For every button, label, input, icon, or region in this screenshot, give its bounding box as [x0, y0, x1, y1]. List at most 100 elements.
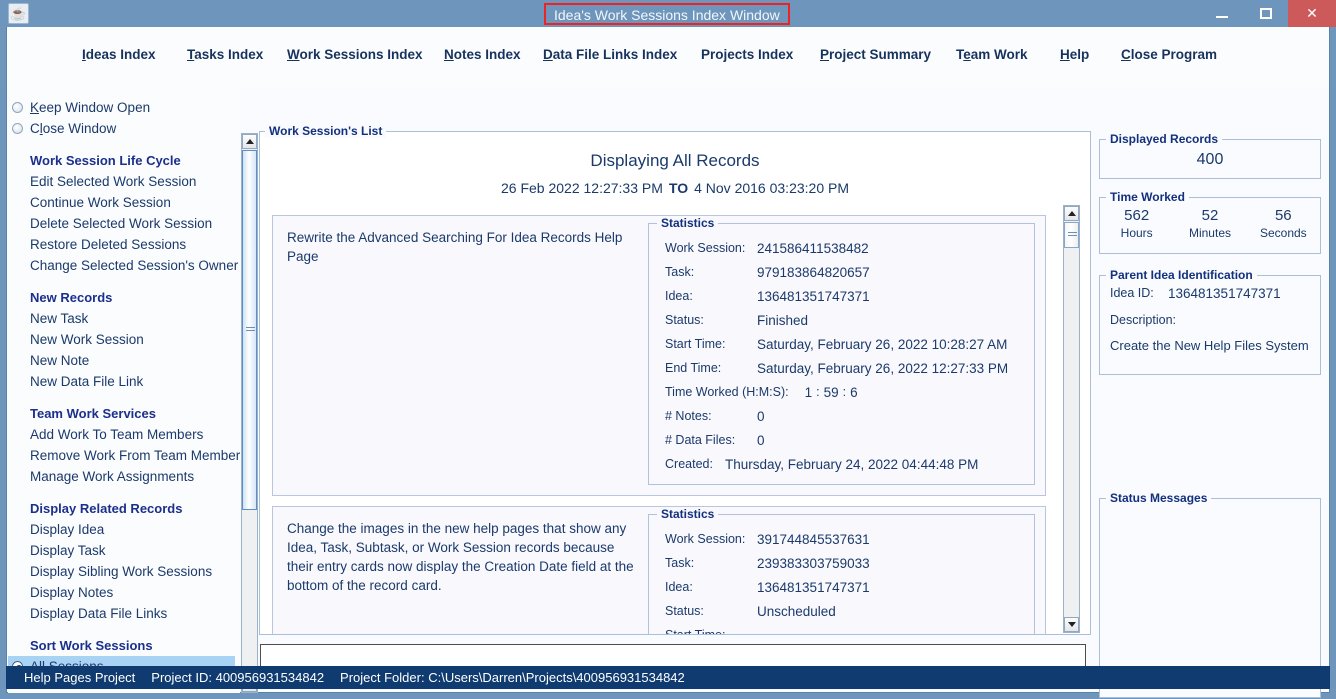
- status-messages-legend: Status Messages: [1106, 491, 1212, 505]
- stat-label-work-session: Work Session:: [665, 532, 746, 546]
- sidebar-item-new-note[interactable]: New Note: [8, 350, 240, 371]
- sidebar-scroll-thumb[interactable]: [242, 150, 257, 510]
- menu-item-team-work[interactable]: Team Work: [956, 47, 1028, 62]
- stat-value-work-session: 391744845537631: [757, 531, 870, 547]
- time-hours-cell: 562 Hours: [1100, 207, 1173, 240]
- menu-item-tasks-index[interactable]: Tasks Index: [187, 47, 263, 62]
- maximize-button[interactable]: [1244, 0, 1288, 27]
- status-project-id: Project ID: 400956931534842: [135, 670, 324, 685]
- stat-value-notes: 0: [757, 408, 765, 424]
- time-hours-label: Hours: [1120, 226, 1153, 240]
- menu-item-ideas-index[interactable]: Ideas Index: [82, 47, 156, 62]
- sidebar-item-new-task[interactable]: New Task: [8, 308, 240, 329]
- stat-label-data-files: # Data Files:: [665, 433, 736, 447]
- sidebar-heading-team-work-services: Team Work Services: [30, 406, 156, 421]
- parent-idea-description-value: Create the New Help Files System: [1110, 338, 1309, 353]
- grip-icon: [246, 327, 255, 333]
- sidebar-heading-work-session-life-cycle: Work Session Life Cycle: [30, 153, 181, 168]
- stat-row-created: Created: Thursday, February 24, 2022 04:4…: [657, 452, 1026, 476]
- list-title: Displaying All Records: [590, 151, 760, 170]
- stat-label-status: Status:: [665, 313, 704, 327]
- record-card[interactable]: Rewrite the Advanced Searching For Idea …: [272, 215, 1046, 496]
- sidebar: Keep Window Open Close Window Work Session…: [8, 89, 240, 693]
- time-worked-panel: Time Worked 562 Hours 52 Minutes 56 Seco…: [1099, 190, 1321, 254]
- stat-row-status: Status: Finished: [657, 308, 1026, 332]
- parent-idea-id-value: 136481351747371: [1168, 286, 1281, 301]
- stat-label-created: Created:: [665, 457, 713, 471]
- menu-item-work-sessions-index[interactable]: Work Sessions Index: [287, 47, 423, 62]
- triangle-down-icon: [1067, 622, 1076, 627]
- minimize-icon: [1216, 15, 1228, 18]
- stat-value-status: Unscheduled: [757, 603, 836, 619]
- work-sessions-list-legend: Work Session's List: [265, 124, 387, 138]
- stat-value-idea: 136481351747371: [757, 579, 870, 595]
- menu-item-help[interactable]: Help: [1060, 47, 1089, 62]
- sidebar-radio-keep-window-open[interactable]: Keep Window Open: [8, 97, 240, 118]
- records-scroll-down-button[interactable]: [1064, 617, 1079, 632]
- sidebar-item-new-data-file-link[interactable]: New Data File Link: [8, 371, 240, 392]
- stat-value-created: Thursday, February 24, 2022 04:44:48 PM: [724, 456, 979, 472]
- stat-value-hours: 1: [804, 384, 813, 400]
- records-scroll-thumb[interactable]: [1064, 222, 1079, 248]
- sidebar-item-continue-work-session[interactable]: Continue Work Session: [8, 192, 240, 213]
- sidebar-item-display-data-file-links[interactable]: Display Data File Links: [8, 603, 240, 624]
- time-seconds-cell: 56 Seconds: [1247, 207, 1320, 240]
- sidebar-item-display-idea[interactable]: Display Idea: [8, 519, 240, 540]
- records-scroll-up-button[interactable]: [1064, 206, 1079, 221]
- sidebar-heading-display-related-records: Display Related Records: [30, 501, 183, 516]
- menu-item-data-file-links-index[interactable]: Data File Links Index: [543, 47, 677, 62]
- stat-label-task: Task:: [665, 265, 695, 279]
- stat-row-status: Status: Unscheduled: [657, 599, 1026, 623]
- client-area: Ideas Index Tasks Index Work Sessions Inde…: [6, 27, 1330, 698]
- time-hours-value: 562: [1124, 207, 1150, 224]
- stat-value-start-time: Saturday, February 26, 2022 10:28:27 AM: [757, 336, 1008, 352]
- sidebar-radio-close-window[interactable]: Close Window: [8, 118, 240, 139]
- stat-value-minutes: 59: [823, 384, 839, 400]
- sidebar-item-remove-work-from-team-members[interactable]: Remove Work From Team Members: [8, 445, 240, 466]
- close-button[interactable]: ✕: [1288, 0, 1336, 27]
- search-input[interactable]: [260, 644, 1086, 667]
- record-card[interactable]: Change the images in the new help pages …: [272, 506, 1046, 634]
- status-project-folder-label: Project Folder:: [340, 670, 425, 685]
- record-card-statistics: Statistics Work Session: 391744845537631 Ta…: [648, 507, 1035, 634]
- menu-item-notes-index[interactable]: Notes Index: [444, 47, 521, 62]
- sidebar-item-display-sibling-work-sessions[interactable]: Display Sibling Work Sessions: [8, 561, 240, 582]
- sidebar-item-new-work-session[interactable]: New Work Session: [8, 329, 240, 350]
- stat-label-end-time: End Time:: [665, 361, 722, 375]
- application-window: ☕ Idea's Work Sessions Index Window ✕ Id…: [0, 0, 1336, 699]
- minimize-button[interactable]: [1200, 0, 1244, 27]
- parent-idea-legend: Parent Idea Identification: [1106, 268, 1257, 282]
- menu-item-project-summary[interactable]: Project Summary: [820, 47, 931, 62]
- sidebar-item-restore-deleted-sessions[interactable]: Restore Deleted Sessions: [8, 234, 240, 255]
- stat-label-start-time: Start Time:: [657, 628, 757, 634]
- sidebar-item-add-work-to-team-members[interactable]: Add Work To Team Members: [8, 424, 240, 445]
- sidebar-item-manage-work-assignments[interactable]: Manage Work Assignments: [8, 466, 240, 487]
- triangle-up-icon: [1067, 211, 1076, 216]
- stat-row-notes: # Notes: 0: [657, 404, 1026, 428]
- menu-item-projects-index[interactable]: Projects Index: [701, 47, 793, 62]
- triangle-up-icon: [245, 139, 254, 144]
- sidebar-scroll-up-button[interactable]: [242, 134, 257, 149]
- sidebar-heading-new-records: New Records: [30, 290, 113, 305]
- records-scrollbar[interactable]: [1063, 205, 1080, 633]
- stat-value-idea: 136481351747371: [757, 288, 870, 304]
- parent-idea-id-label: Idea ID:: [1110, 286, 1154, 300]
- record-cards-container[interactable]: Rewrite the Advanced Searching For Idea …: [260, 205, 1060, 634]
- sidebar-item-change-selected-session-s-owner[interactable]: Change Selected Session's Owner: [8, 255, 240, 276]
- sidebar-item-delete-selected-work-session[interactable]: Delete Selected Work Session: [8, 213, 240, 234]
- sidebar-item-edit-selected-work-session[interactable]: Edit Selected Work Session: [8, 171, 240, 192]
- stat-value-task: 239383303759033: [757, 555, 870, 571]
- menu-item-close-program[interactable]: Close Program: [1121, 47, 1217, 62]
- statistics-legend: Statistics: [657, 216, 719, 230]
- sidebar-scrollbar[interactable]: [241, 133, 258, 693]
- menu-bar: Ideas Index Tasks Index Work Sessions Inde…: [7, 27, 1329, 88]
- sidebar-item-display-notes[interactable]: Display Notes: [8, 582, 240, 603]
- range-separator: TO: [668, 180, 689, 196]
- time-seconds-label: Seconds: [1259, 226, 1307, 240]
- stat-value-data-files: 0: [757, 432, 765, 448]
- list-date-range: 26 Feb 2022 12:27:33 PM TO 4 Nov 2016 03:2…: [259, 180, 1091, 196]
- sidebar-item-display-task[interactable]: Display Task: [8, 540, 240, 561]
